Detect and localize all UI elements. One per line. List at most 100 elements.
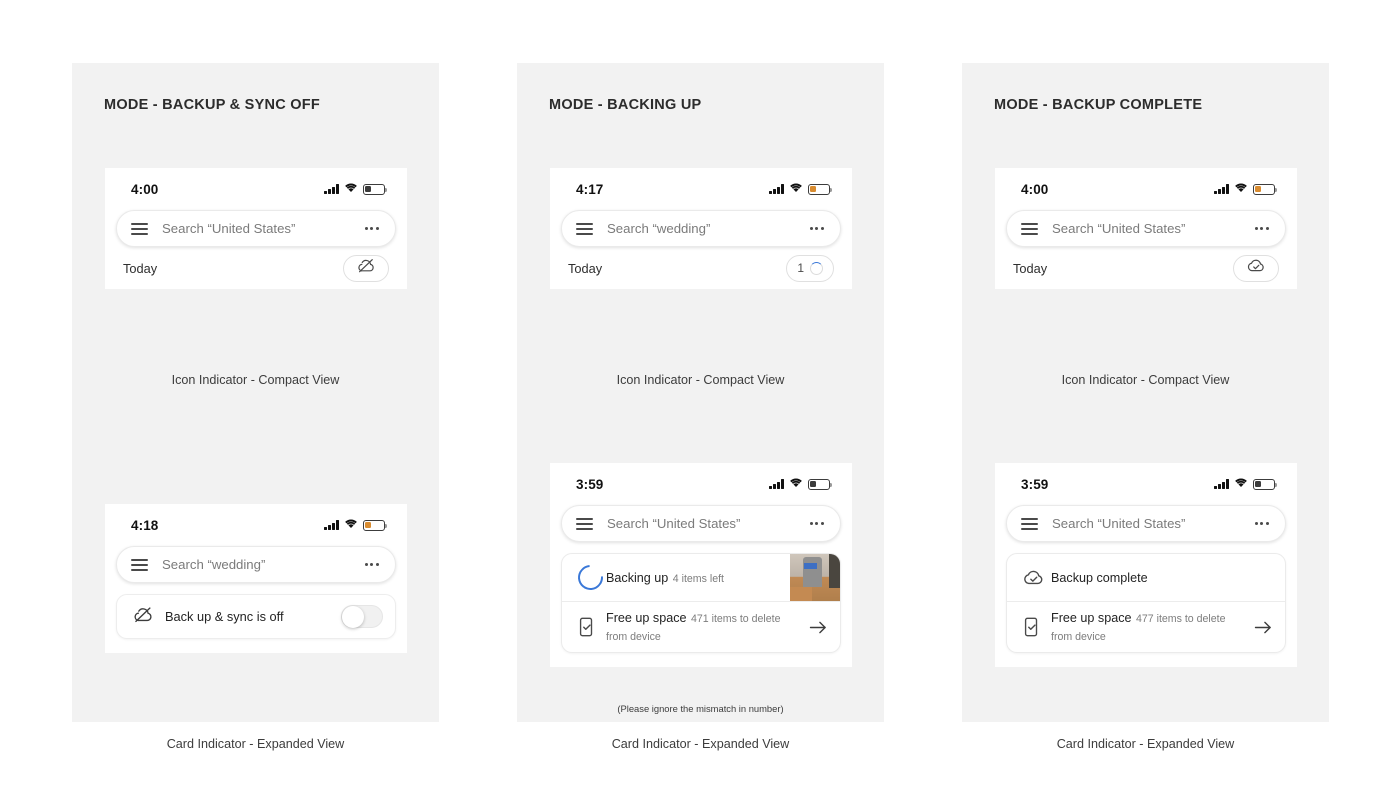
today-row: Today 1 xyxy=(550,247,852,289)
expanded-phone-card: 3:59 Search “United States” xyxy=(995,463,1297,667)
cloud-off-icon xyxy=(133,606,153,628)
status-card: Backing up 4 items left Free up space 47… xyxy=(561,553,841,653)
status-card-container: Backup complete Free up space 477 items … xyxy=(995,542,1297,667)
search-placeholder: Search “United States” xyxy=(607,516,741,531)
search-placeholder: Search “United States” xyxy=(162,221,296,236)
battery-icon xyxy=(808,478,833,490)
status-badge[interactable]: 1 xyxy=(786,254,834,282)
more-options-icon[interactable] xyxy=(1254,226,1269,231)
status-icons xyxy=(1214,475,1278,493)
today-row: Today xyxy=(105,247,407,289)
hamburger-menu-icon[interactable] xyxy=(131,222,148,235)
cellular-signal-icon xyxy=(1214,479,1229,489)
search-bar-container: Search “United States” xyxy=(995,210,1297,247)
progress-spinner-icon xyxy=(572,559,609,596)
expanded-caption: Card Indicator - Expanded View xyxy=(611,737,790,751)
status-bar: 3:59 xyxy=(995,463,1297,505)
status-clock: 3:59 xyxy=(576,476,604,492)
hamburger-menu-icon[interactable] xyxy=(131,558,148,571)
list-item-title: Free up space xyxy=(606,611,687,625)
photo-thumbnail xyxy=(790,554,840,601)
more-options-icon[interactable] xyxy=(364,562,379,567)
cellular-signal-icon xyxy=(1214,184,1229,194)
search-bar-container: Search “United States” xyxy=(105,210,407,247)
status-badge[interactable] xyxy=(343,254,389,282)
list-item-title: Free up space xyxy=(1051,611,1132,625)
list-item-title: Backing up xyxy=(606,570,669,585)
more-options-icon[interactable] xyxy=(809,226,824,231)
compact-caption: Icon Indicator - Compact View xyxy=(616,373,785,387)
search-input[interactable]: Search “United States” xyxy=(116,210,396,247)
search-placeholder: Search “United States” xyxy=(1052,516,1186,531)
list-item[interactable]: Free up space 471 items to delete from d… xyxy=(562,601,840,652)
search-input[interactable]: Search “United States” xyxy=(561,505,841,542)
panel-title: MODE - BACKUP & SYNC OFF xyxy=(104,97,320,113)
hamburger-menu-icon[interactable] xyxy=(576,222,593,235)
today-label: Today xyxy=(1013,260,1048,276)
status-clock: 4:17 xyxy=(576,181,604,197)
status-card-container: Backing up 4 items left Free up space 47… xyxy=(550,542,852,667)
list-item-text: Backing up 4 items left xyxy=(606,562,790,594)
cellular-signal-icon xyxy=(324,184,339,194)
list-item-subtitle: 4 items left xyxy=(672,572,724,585)
battery-icon xyxy=(1253,183,1278,195)
backup-sync-switch[interactable] xyxy=(341,605,383,628)
expanded-subcaption: (Please ignore the mismatch in number) xyxy=(617,703,784,714)
free-up-space-icon xyxy=(578,617,606,637)
search-input[interactable]: Search “wedding” xyxy=(116,546,396,583)
today-label: Today xyxy=(123,260,158,276)
battery-icon xyxy=(363,183,388,195)
more-options-icon[interactable] xyxy=(1254,521,1269,526)
hamburger-menu-icon[interactable] xyxy=(1021,222,1038,235)
status-clock: 3:59 xyxy=(1021,476,1049,492)
arrow-right-icon[interactable] xyxy=(1241,620,1285,635)
cellular-signal-icon xyxy=(324,520,339,530)
status-badge[interactable] xyxy=(1233,254,1279,282)
search-input[interactable]: Search “United States” xyxy=(1006,210,1286,247)
backup-sync-toggle-label: Back up & sync is off xyxy=(165,609,284,624)
wifi-icon xyxy=(344,516,358,534)
cellular-signal-icon xyxy=(769,184,784,194)
panel-title: MODE - BACKUP COMPLETE xyxy=(994,97,1203,113)
hamburger-menu-icon[interactable] xyxy=(1021,517,1038,530)
compact-phone-card: 4:00 Search “United States” Today xyxy=(995,168,1297,289)
battery-icon xyxy=(1253,478,1278,490)
search-input[interactable]: Search “United States” xyxy=(1006,505,1286,542)
compact-phone-card: 4:00 Search “United States” Today xyxy=(105,168,407,289)
status-clock: 4:00 xyxy=(131,181,159,197)
pending-items-count: 1 xyxy=(797,261,804,275)
switch-knob xyxy=(342,605,364,628)
list-item-text: Free up space 477 items to delete from d… xyxy=(1051,602,1241,652)
status-icons xyxy=(324,516,388,534)
wifi-icon xyxy=(789,475,803,493)
backup-sync-toggle-row[interactable]: Back up & sync is off xyxy=(116,594,396,639)
today-label: Today xyxy=(568,260,603,276)
list-item[interactable]: Free up space 477 items to delete from d… xyxy=(1007,601,1285,652)
status-bar: 4:00 xyxy=(995,168,1297,210)
status-icons xyxy=(769,475,833,493)
search-input[interactable]: Search “wedding” xyxy=(561,210,841,247)
status-icons xyxy=(769,180,833,198)
wifi-icon xyxy=(789,180,803,198)
arrow-right-icon[interactable] xyxy=(796,620,840,635)
status-clock: 4:18 xyxy=(131,517,159,533)
cloud-done-icon xyxy=(1247,258,1265,278)
list-item[interactable]: Backing up 4 items left xyxy=(562,554,840,601)
more-options-icon[interactable] xyxy=(809,521,824,526)
today-row: Today xyxy=(995,247,1297,289)
wifi-icon xyxy=(344,180,358,198)
hamburger-menu-icon[interactable] xyxy=(576,517,593,530)
free-up-space-icon xyxy=(1023,617,1051,637)
panel-backing-up: MODE - BACKING UP 4:17 Search “wedding” xyxy=(517,63,884,751)
list-item[interactable]: Backup complete xyxy=(1007,554,1285,601)
status-clock: 4:00 xyxy=(1021,181,1049,197)
search-placeholder: Search “United States” xyxy=(1052,221,1186,236)
battery-icon xyxy=(808,183,833,195)
expanded-caption: Card Indicator - Expanded View xyxy=(166,737,345,751)
cloud-off-icon xyxy=(357,258,375,278)
list-item-text: Backup complete xyxy=(1051,562,1285,594)
status-bar: 3:59 xyxy=(550,463,852,505)
more-options-icon[interactable] xyxy=(364,226,379,231)
search-bar-container: Search “United States” xyxy=(550,505,852,542)
wifi-icon xyxy=(1234,475,1248,493)
